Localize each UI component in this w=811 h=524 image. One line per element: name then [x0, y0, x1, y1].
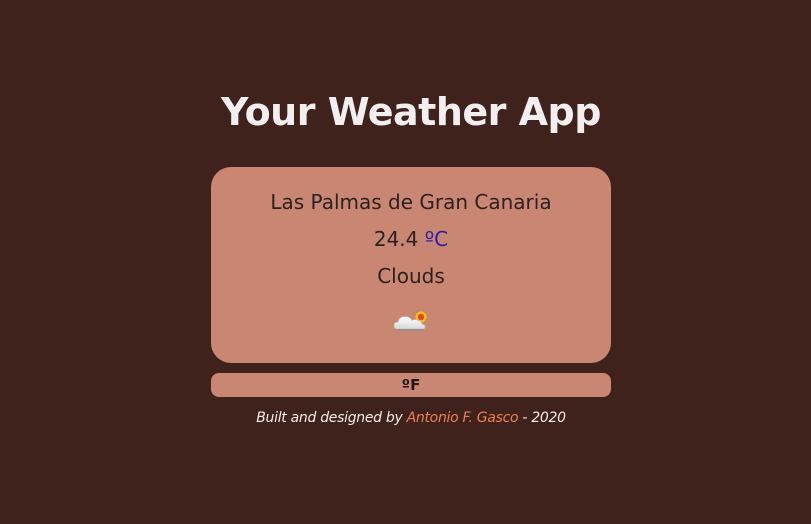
weather-app-page: Your Weather App Las Palmas de Gran Cana…: [0, 0, 811, 524]
page-title: Your Weather App: [221, 90, 601, 134]
temperature-value: 24.4: [373, 227, 419, 251]
weather-card: Las Palmas de Gran Canaria 24.4 ºC Cloud…: [211, 167, 611, 363]
weather-condition: Clouds: [377, 264, 445, 288]
unit-toggle-button[interactable]: ºF: [211, 373, 611, 397]
temperature-row: 24.4 ºC: [211, 226, 611, 252]
footer-suffix: - 2020: [518, 410, 566, 426]
city-name: Las Palmas de Gran Canaria: [270, 190, 552, 214]
temperature-unit-link[interactable]: ºC: [425, 227, 448, 251]
cloud-sun-icon: [393, 311, 427, 331]
footer-prefix: Built and designed by: [256, 410, 407, 426]
footer-credit: Built and designed by Antonio F. Gasco -…: [0, 408, 811, 428]
author-link[interactable]: Antonio F. Gasco: [407, 410, 519, 426]
